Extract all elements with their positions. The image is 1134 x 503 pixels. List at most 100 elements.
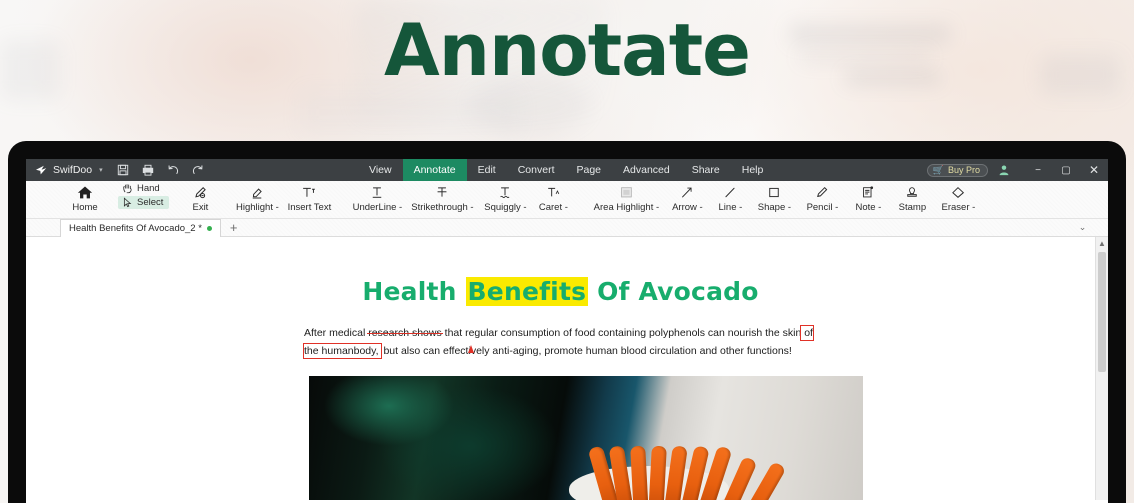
laptop-frame: SwifDoo ▾ View Annotate Edit Convert Pag… bbox=[8, 141, 1126, 503]
hero-title: Annotate bbox=[384, 8, 751, 92]
title-bar-right-cluster: 🛒 Buy Pro − ▢ ✕ bbox=[926, 159, 1108, 181]
shape-tool-button[interactable]: Shape - bbox=[750, 181, 798, 213]
select-tool-label: Select bbox=[137, 197, 164, 208]
hand-icon bbox=[121, 183, 133, 194]
heading-part-3: Of Avocado bbox=[588, 277, 759, 306]
home-label: Home bbox=[72, 202, 98, 213]
app-brand: SwifDoo ▾ bbox=[26, 164, 103, 176]
quick-access-toolbar bbox=[117, 164, 205, 177]
line-icon bbox=[722, 183, 738, 201]
insert-text-label: Insert Text bbox=[287, 202, 332, 213]
paragraph-segment-3: but also can effecti bbox=[380, 345, 471, 357]
line-label: Line - bbox=[718, 202, 743, 213]
caret-label: Caret - bbox=[538, 202, 568, 213]
redo-icon[interactable] bbox=[192, 164, 205, 177]
app-brand-name: SwifDoo bbox=[53, 164, 93, 176]
area-highlight-icon bbox=[618, 183, 634, 201]
annotate-ribbon-toolbar: Home Hand Select Exit Highlight - Insert… bbox=[26, 181, 1108, 219]
buy-pro-button[interactable]: 🛒 Buy Pro bbox=[926, 163, 988, 177]
menu-item-annotate[interactable]: Annotate bbox=[402, 159, 467, 181]
maximize-button[interactable]: ▢ bbox=[1052, 159, 1080, 181]
highlight-tool-button[interactable]: Highlight - bbox=[231, 181, 283, 213]
title-bar: SwifDoo ▾ View Annotate Edit Convert Pag… bbox=[26, 159, 1108, 181]
minimize-button[interactable]: − bbox=[1024, 159, 1052, 181]
hand-tool-button[interactable]: Hand bbox=[118, 182, 169, 195]
document-tab-strip: Health Benefits Of Avocado_2 * + ⌄ bbox=[26, 218, 1108, 237]
caret-icon bbox=[545, 183, 561, 201]
print-icon[interactable] bbox=[142, 164, 155, 177]
shape-label: Shape - bbox=[757, 202, 792, 213]
pencil-label: Pencil - bbox=[806, 202, 839, 213]
menu-item-convert[interactable]: Convert bbox=[507, 159, 566, 181]
area-highlight-tool-button[interactable]: Area Highlight - bbox=[588, 181, 664, 213]
insert-text-icon bbox=[301, 183, 317, 201]
eraser-icon bbox=[950, 183, 966, 201]
underline-tool-button[interactable]: UnderLine - bbox=[349, 181, 405, 213]
menu-item-edit[interactable]: Edit bbox=[467, 159, 507, 181]
menu-item-help[interactable]: Help bbox=[731, 159, 775, 181]
document-heading: Health Benefits Of Avocado bbox=[26, 277, 1095, 306]
hand-tool-label: Hand bbox=[137, 183, 160, 194]
heading-part-1: Health bbox=[362, 277, 466, 306]
paragraph-segment-4: vely anti-aging, promote human blood cir… bbox=[470, 345, 792, 357]
carrots-in-bowl-photo bbox=[309, 376, 863, 500]
heading-highlighted-word: Benefits bbox=[465, 277, 589, 306]
chevron-down-icon[interactable]: ▾ bbox=[99, 166, 103, 174]
close-button[interactable]: ✕ bbox=[1080, 159, 1108, 181]
strikethrough-icon bbox=[434, 183, 450, 201]
area-highlight-label: Area Highlight - bbox=[593, 202, 660, 213]
stamp-label: Stamp bbox=[898, 202, 927, 213]
arrow-icon bbox=[679, 183, 695, 201]
undo-icon[interactable] bbox=[167, 164, 180, 177]
sticky-note-icon bbox=[860, 183, 876, 201]
underline-icon bbox=[369, 183, 385, 201]
menu-item-page[interactable]: Page bbox=[565, 159, 612, 181]
menu-item-advanced[interactable]: Advanced bbox=[612, 159, 681, 181]
highlight-label: Highlight - bbox=[236, 202, 279, 213]
exit-button[interactable]: Exit bbox=[185, 181, 215, 213]
user-avatar-icon[interactable] bbox=[996, 162, 1012, 178]
eraser-label: Eraser - bbox=[941, 202, 976, 213]
buy-pro-label: Buy Pro bbox=[947, 164, 980, 175]
stamp-tool-button[interactable]: Stamp bbox=[890, 181, 934, 213]
new-tab-button[interactable]: + bbox=[230, 221, 238, 234]
menu-item-share[interactable]: Share bbox=[681, 159, 731, 181]
scroll-up-arrow-icon[interactable]: ▲ bbox=[1096, 237, 1108, 250]
document-paragraph: After medical research shows that regula… bbox=[303, 324, 817, 360]
swifdoo-bird-logo-icon bbox=[35, 165, 48, 176]
shape-square-icon bbox=[766, 183, 782, 201]
strikethrough-tool-button[interactable]: Strikethrough - bbox=[405, 181, 479, 213]
insert-text-tool-button[interactable]: Insert Text bbox=[283, 181, 335, 213]
paragraph-segment-1: After medical bbox=[304, 327, 369, 339]
document-tab-label: Health Benefits Of Avocado_2 * bbox=[69, 222, 202, 234]
strikethrough-label: Strikethrough - bbox=[411, 202, 474, 213]
eraser-tool-button[interactable]: Eraser - bbox=[934, 181, 982, 213]
caret-tool-button[interactable]: Caret - bbox=[531, 181, 575, 213]
pdf-viewer: Health Benefits Of Avocado After medical… bbox=[26, 237, 1108, 500]
arrow-tool-button[interactable]: Arrow - bbox=[664, 181, 710, 213]
menu-item-view[interactable]: View bbox=[358, 159, 403, 181]
home-icon bbox=[77, 183, 93, 201]
shopping-cart-icon: 🛒 bbox=[932, 164, 944, 175]
vertical-scrollbar[interactable]: ▲ bbox=[1095, 237, 1108, 500]
strikethrough-annotation[interactable]: research shows bbox=[368, 327, 442, 339]
carrot-shape bbox=[630, 445, 649, 500]
pencil-icon bbox=[814, 183, 830, 201]
backdrop-blur-shape bbox=[300, 90, 520, 135]
pencil-tool-button[interactable]: Pencil - bbox=[798, 181, 846, 213]
note-tool-button[interactable]: Note - bbox=[846, 181, 890, 213]
document-tab[interactable]: Health Benefits Of Avocado_2 * bbox=[60, 218, 221, 237]
save-icon[interactable] bbox=[117, 164, 130, 177]
select-tool-button[interactable]: Select bbox=[118, 196, 170, 209]
squiggly-tool-button[interactable]: Squiggly - bbox=[479, 181, 531, 213]
unsaved-changes-dot bbox=[206, 225, 212, 231]
pointer-mode-group: Hand Select bbox=[118, 181, 170, 209]
line-tool-button[interactable]: Line - bbox=[710, 181, 750, 213]
scrollbar-thumb[interactable] bbox=[1098, 252, 1106, 372]
main-menu-bar: View Annotate Edit Convert Page Advanced… bbox=[358, 159, 774, 181]
chevron-down-icon[interactable]: ⌄ bbox=[1075, 220, 1090, 235]
paragraph-segment-2: that regular consumption of food contain… bbox=[441, 327, 805, 339]
home-button[interactable]: Home bbox=[70, 181, 100, 213]
pdf-page[interactable]: Health Benefits Of Avocado After medical… bbox=[26, 237, 1095, 500]
arrow-label: Arrow - bbox=[672, 202, 703, 213]
